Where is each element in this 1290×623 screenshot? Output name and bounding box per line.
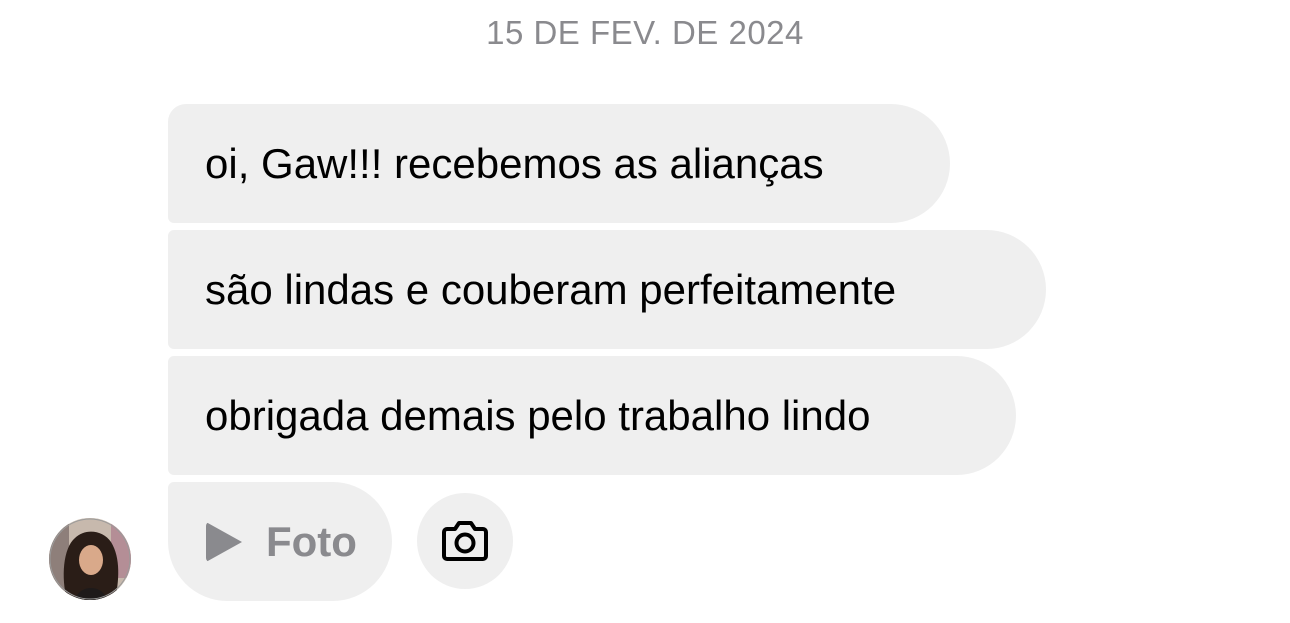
avatar-image bbox=[49, 518, 131, 600]
message-text: são lindas e couberam perfeitamente bbox=[205, 265, 897, 313]
message-text: obrigada demais pelo trabalho lindo bbox=[205, 391, 871, 439]
message-text: oi, Gaw!!! recebemos as alianças bbox=[205, 139, 824, 187]
camera-icon bbox=[442, 521, 488, 561]
avatar[interactable] bbox=[49, 518, 131, 600]
message-bubble[interactable]: são lindas e couberam perfeitamente bbox=[168, 230, 1046, 349]
date-separator: 15 DE FEV. DE 2024 bbox=[486, 14, 804, 51]
photo-message-button[interactable]: Foto bbox=[168, 482, 392, 601]
message-bubble[interactable]: obrigada demais pelo trabalho lindo bbox=[168, 356, 1016, 475]
photo-message-label: Foto bbox=[266, 517, 357, 565]
camera-button[interactable] bbox=[417, 493, 513, 589]
play-icon bbox=[206, 521, 242, 562]
message-bubble[interactable]: oi, Gaw!!! recebemos as alianças bbox=[168, 104, 950, 223]
